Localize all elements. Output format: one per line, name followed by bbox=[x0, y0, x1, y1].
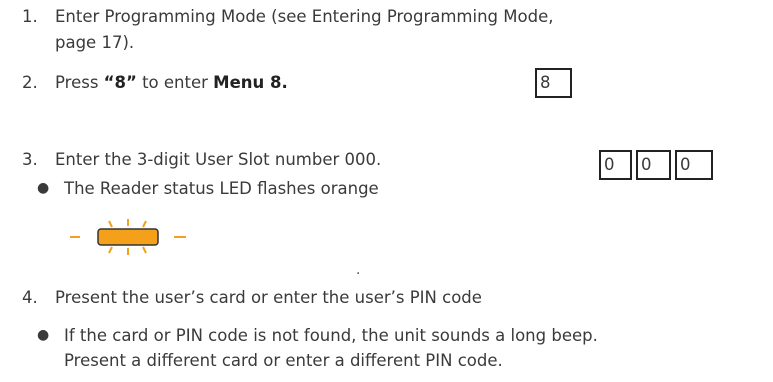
step-2-pre: Press bbox=[55, 73, 104, 92]
key-box-0-b: 0 bbox=[636, 150, 671, 180]
key-box-8: 8 bbox=[535, 68, 572, 98]
bullet-dot: ● bbox=[37, 180, 50, 196]
step-3-text: Enter the 3-digit User Slot number 000. bbox=[55, 150, 382, 169]
key-box-0-a: 0 bbox=[599, 150, 632, 180]
step-4-number: 4. bbox=[22, 288, 38, 307]
step-4-text: Present the user’s card or enter the use… bbox=[55, 288, 482, 307]
step-2-text: Press “8” to enter Menu 8. bbox=[55, 70, 288, 96]
step-2-menu: Menu 8. bbox=[213, 73, 288, 92]
step-2-key-quoted: “8” bbox=[103, 73, 137, 92]
step-3-bullet-text: The Reader status LED flashes orange bbox=[64, 179, 379, 198]
step-2-number: 2. bbox=[22, 73, 38, 92]
led-flashing-orange-icon bbox=[70, 219, 186, 255]
step-1-text-line2: page 17). bbox=[55, 33, 135, 52]
bullet-dot: ● bbox=[37, 327, 50, 343]
step-1-text-line1: Enter Programming Mode (see Entering Pro… bbox=[55, 7, 554, 26]
step-1-number: 1. bbox=[22, 7, 38, 26]
step-4-bullet-line2: Present a different card or enter a diff… bbox=[64, 351, 503, 370]
key-box-0-c: 0 bbox=[675, 150, 713, 180]
step-3-number: 3. bbox=[22, 150, 38, 169]
step-2-mid: to enter bbox=[136, 73, 214, 92]
led-trailing-mark: . bbox=[356, 262, 361, 278]
step-4-bullet-line1: If the card or PIN code is not found, th… bbox=[64, 326, 598, 345]
